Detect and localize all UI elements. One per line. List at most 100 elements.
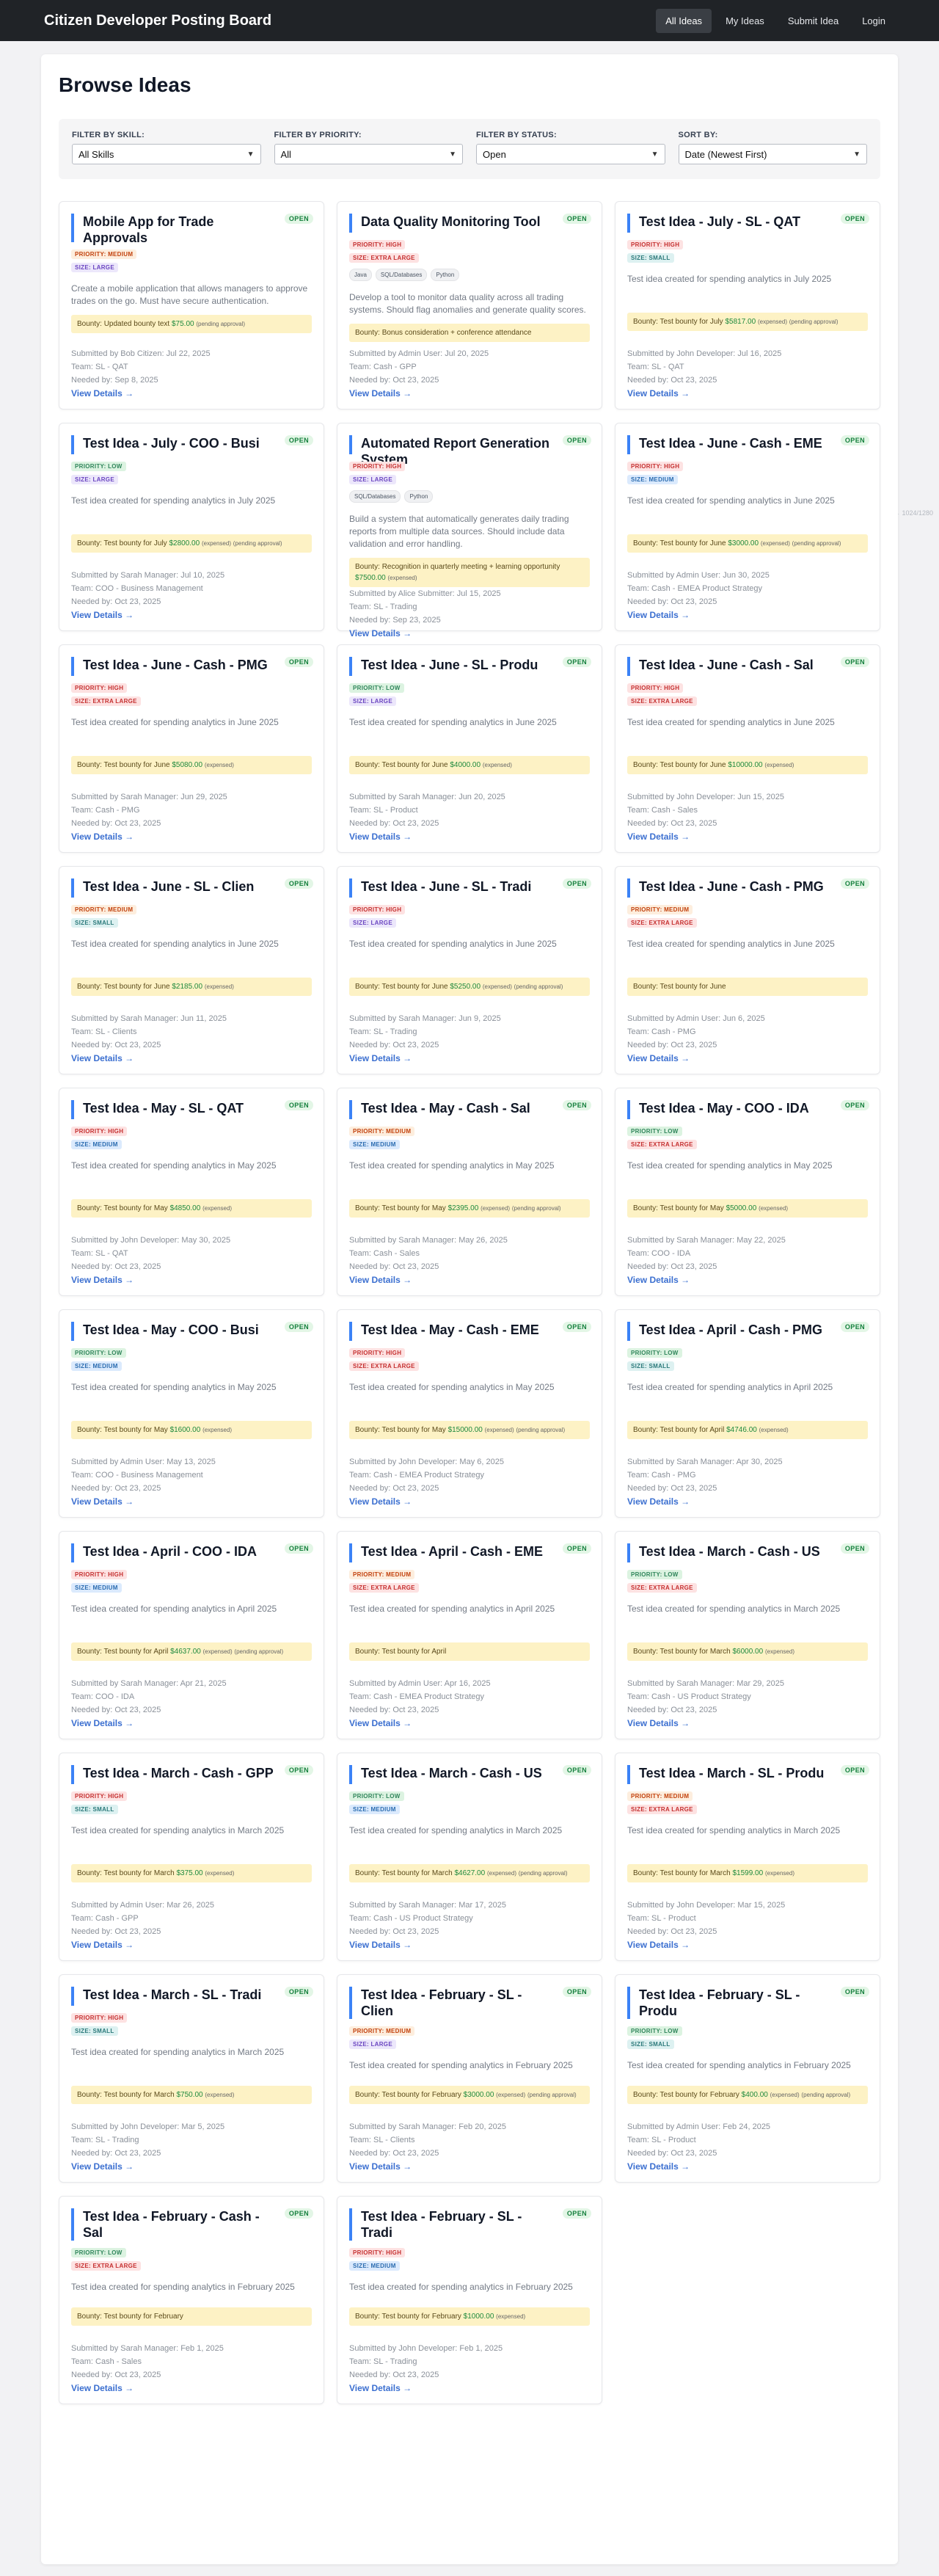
size-badge: SIZE: MEDIUM	[349, 1140, 400, 1149]
team: Team: SL - Clients	[349, 2136, 415, 2144]
bounty-amount: $2395.00	[447, 1204, 479, 1212]
size-badge: SIZE: LARGE	[71, 475, 118, 484]
bounty-text: Bounty: Recognition in quarterly meeting…	[355, 563, 560, 571]
view-details-link[interactable]: View Details →	[349, 1718, 590, 1728]
view-details-link[interactable]: View Details →	[627, 610, 868, 620]
idea-description: Test idea created for spending analytics…	[349, 939, 557, 949]
view-details-link[interactable]: View Details →	[349, 628, 590, 638]
bounty-text: Bounty: Test bounty for June	[77, 983, 172, 991]
badge-group: PRIORITY: HIGH SIZE: SMALL	[71, 2013, 312, 2036]
status-badge: OPEN	[562, 214, 591, 224]
bounty-amount: $400.00	[741, 2091, 768, 2099]
view-details-link[interactable]: View Details →	[349, 2161, 590, 2172]
badge-group: PRIORITY: MEDIUM SIZE: MEDIUM	[349, 1127, 590, 1149]
idea-title: Test Idea - March - Cash - US	[627, 1543, 831, 1562]
nav-link-all-ideas[interactable]: All Ideas	[656, 8, 712, 33]
submitted-by: Submitted by Sarah Manager: Jun 20, 2025	[349, 793, 505, 801]
bounty-status-tag: (expensed)	[759, 1205, 789, 1212]
view-details-link[interactable]: View Details →	[71, 1496, 312, 1507]
view-details-link[interactable]: View Details →	[71, 832, 312, 842]
view-details-link[interactable]: View Details →	[349, 2383, 590, 2393]
status-badge: OPEN	[284, 1765, 313, 1775]
bounty-amount: $2800.00	[169, 539, 200, 547]
bounty-status-tag: (pending approval)	[234, 1648, 284, 1655]
bounty-status-tag: (pending approval)	[792, 540, 841, 547]
brand-title[interactable]: Citizen Developer Posting Board	[44, 12, 271, 29]
view-details-link[interactable]: View Details →	[349, 388, 590, 399]
view-details-link[interactable]: View Details →	[627, 832, 868, 842]
idea-card: OPEN Test Idea - June - SL - Produ PRIOR…	[337, 644, 602, 853]
view-details-link[interactable]: View Details →	[349, 832, 590, 842]
view-details-link[interactable]: View Details →	[349, 1496, 590, 1507]
badge-group: PRIORITY: HIGH SIZE: LARGE	[349, 905, 590, 928]
bounty-text: Bounty: Test bounty for July	[633, 318, 726, 326]
view-details-link[interactable]: View Details →	[71, 388, 312, 399]
view-details-link[interactable]: View Details →	[71, 1940, 312, 1950]
view-details-link[interactable]: View Details →	[627, 1496, 868, 1507]
priority-badge: PRIORITY: HIGH	[627, 240, 684, 250]
status-badge: OPEN	[840, 878, 869, 889]
view-details-link[interactable]: View Details →	[349, 1940, 590, 1950]
idea-card: OPEN Test Idea - February - Cash - Sal P…	[59, 2196, 324, 2404]
bounty-amount: $5817.00	[725, 318, 756, 326]
view-details-link[interactable]: View Details →	[627, 1053, 868, 1063]
page-title: Browse Ideas	[59, 73, 191, 96]
view-details-link[interactable]: View Details →	[627, 1940, 868, 1950]
view-details-link[interactable]: View Details →	[71, 1718, 312, 1728]
status-select[interactable]: Open ▼	[476, 144, 665, 164]
idea-description: Test idea created for spending analytics…	[349, 717, 557, 727]
view-details-link[interactable]: View Details →	[349, 1275, 590, 1285]
view-details-link[interactable]: View Details →	[71, 1053, 312, 1063]
priority-badge: PRIORITY: LOW	[71, 2248, 126, 2257]
skill-select[interactable]: All Skills ▼	[72, 144, 261, 164]
bounty-status-tag: (expensed)	[759, 1427, 789, 1433]
priority-select[interactable]: All ▼	[274, 144, 463, 164]
nav-link-submit-idea[interactable]: Submit Idea	[778, 9, 848, 33]
team: Team: Cash - PMG	[71, 806, 140, 815]
chevron-down-icon: ▼	[449, 150, 456, 159]
nav-link-my-ideas[interactable]: My Ideas	[716, 9, 774, 33]
bounty-text: Bounty: Test bounty for March	[77, 1869, 177, 1877]
idea-description: Test idea created for spending analytics…	[349, 1604, 555, 1614]
bounty-box: Bounty: Test bounty for July $5817.00 (e…	[627, 313, 868, 331]
view-details-link[interactable]: View Details →	[71, 1275, 312, 1285]
view-details-link[interactable]: View Details →	[71, 610, 312, 620]
sort-select[interactable]: Date (Newest First) ▼	[678, 144, 867, 164]
submitted-by: Submitted by John Developer: Mar 5, 2025	[71, 2122, 225, 2131]
idea-card: OPEN Automated Report Generation System …	[337, 423, 602, 638]
idea-title: Test Idea - July - COO - Busi	[71, 435, 275, 454]
team: Team: Cash - US Product Strategy	[627, 1692, 751, 1701]
sort-label: SORT BY:	[678, 131, 718, 139]
bounty-amount: $4850.00	[169, 1204, 201, 1212]
needed-by: Needed by: Oct 23, 2025	[627, 1706, 717, 1714]
skill-tag: SQL/Databases	[375, 269, 428, 281]
view-details-link[interactable]: View Details →	[627, 2161, 868, 2172]
badge-group: PRIORITY: HIGH SIZE: MEDIUM	[627, 462, 868, 484]
idea-description: Test idea created for spending analytics…	[627, 1382, 833, 1392]
idea-description: Test idea created for spending analytics…	[627, 939, 835, 949]
view-details-link[interactable]: View Details →	[71, 2383, 312, 2393]
skill-tag: Java	[349, 269, 372, 281]
bounty-box: Bounty: Test bounty for May $5000.00 (ex…	[627, 1199, 868, 1218]
size-badge: SIZE: SMALL	[627, 1361, 674, 1371]
view-details-link[interactable]: View Details →	[627, 388, 868, 399]
nav-link-login[interactable]: Login	[852, 9, 895, 33]
submitted-by: Submitted by John Developer: May 6, 2025	[349, 1458, 504, 1466]
view-details-link[interactable]: View Details →	[349, 1053, 590, 1063]
status-badge: OPEN	[284, 435, 313, 445]
view-details-link[interactable]: View Details →	[627, 1718, 868, 1728]
view-details-link[interactable]: View Details →	[71, 2161, 312, 2172]
status-badge: OPEN	[562, 1100, 591, 1110]
submitted-by: Submitted by Admin User: Jun 30, 2025	[627, 571, 770, 580]
view-details-link[interactable]: View Details →	[627, 1275, 868, 1285]
badge-group: PRIORITY: LOW SIZE: LARGE	[349, 683, 590, 706]
idea-title: Test Idea - February - Cash - Sal	[71, 2208, 275, 2241]
idea-card: OPEN Test Idea - June - Cash - PMG PRIOR…	[59, 644, 324, 853]
needed-by: Needed by: Oct 23, 2025	[71, 1706, 161, 1714]
